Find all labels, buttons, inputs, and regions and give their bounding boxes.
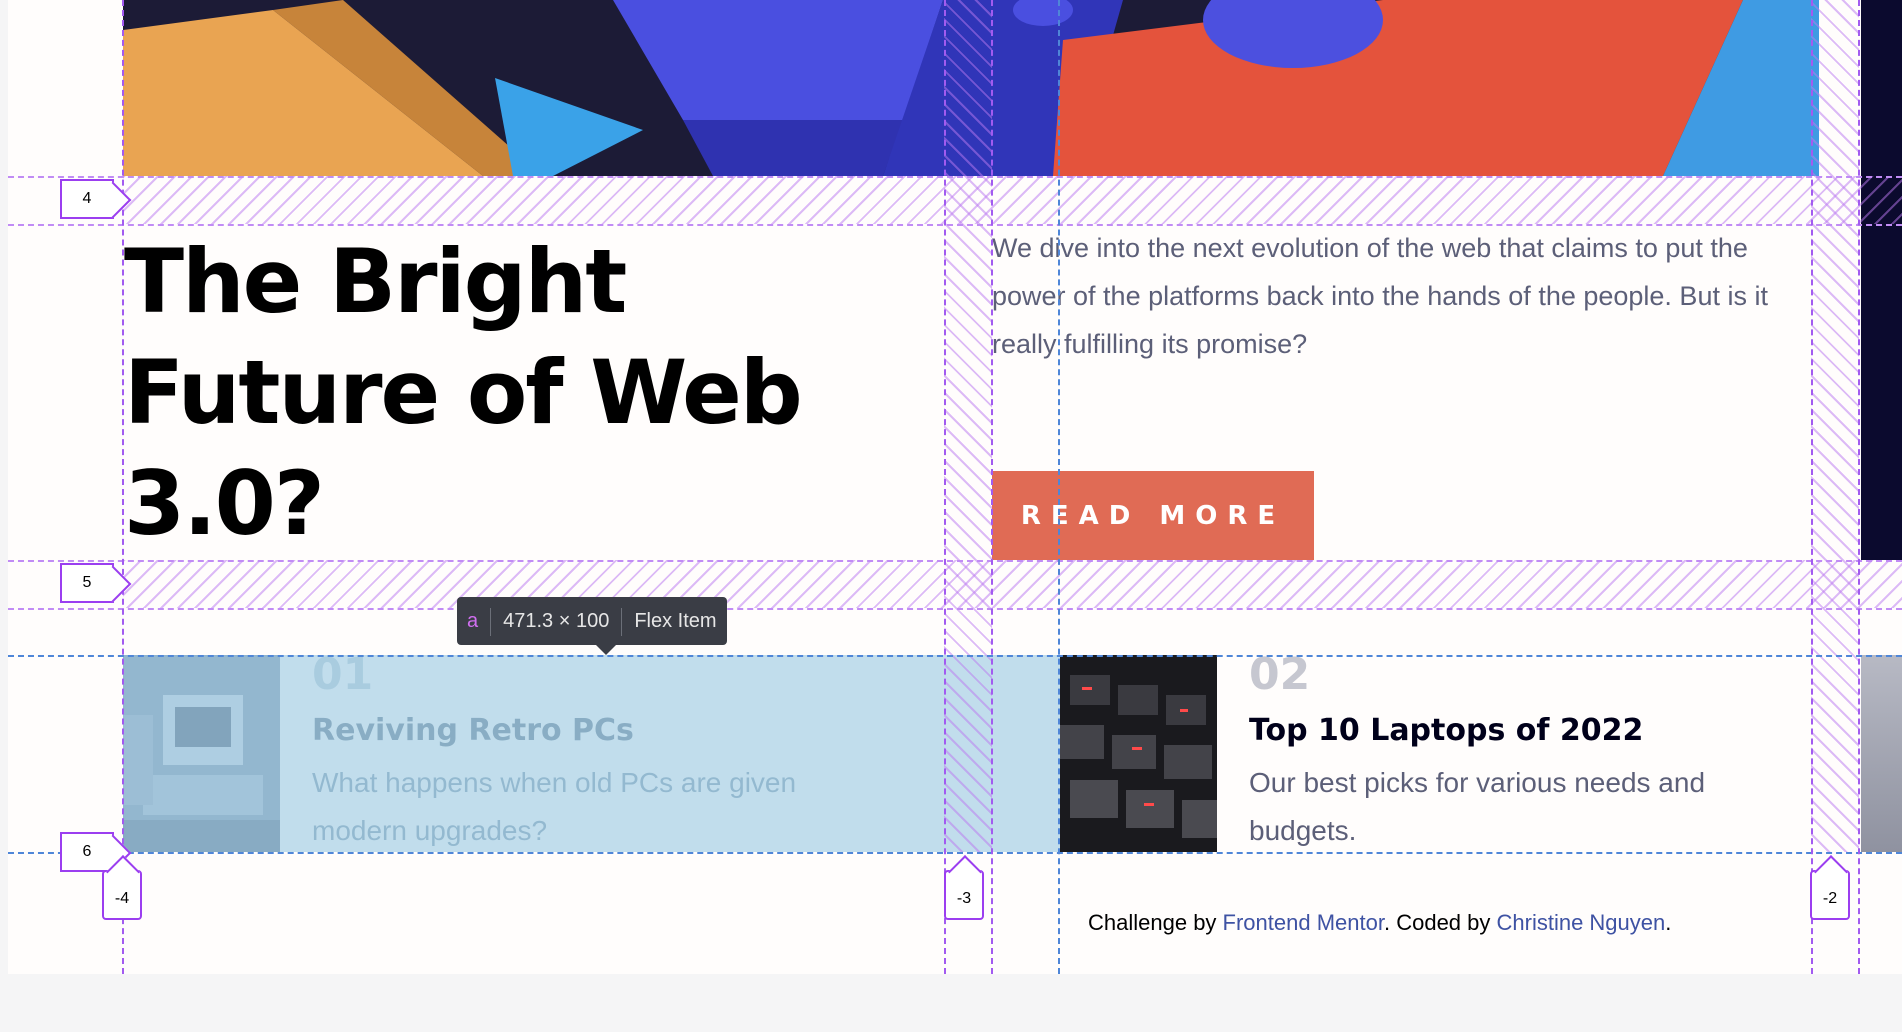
grid-line [1811,0,1813,974]
tooltip-selector: a [467,610,479,632]
article-description: What happens when old PCs are given mode… [312,767,797,846]
read-more-button[interactable]: READ MORE [992,471,1314,560]
article-card-retro-pcs[interactable]: 01 Reviving Retro PCs What happens when … [123,649,1060,852]
tooltip-size: 471.3 × 100 [503,610,610,632]
grid-line [1858,0,1860,974]
attribution-suffix: . [1665,910,1672,935]
article-card-laptops[interactable]: 02 Top 10 Laptops of 2022 Our best picks… [1060,649,1820,852]
article-description: Our best picks for various needs and bud… [1249,767,1706,846]
grid-column-label: -4 [102,870,142,920]
laptops-thumbnail [1060,655,1217,852]
hero-image [123,0,1819,176]
grid-row-gap-overlay [123,560,1902,608]
next-article-thumbnail [1861,655,1902,852]
author-link[interactable]: Christine Nguyen [1497,910,1666,935]
attribution-middle: . Coded by [1383,910,1497,935]
grid-line [8,176,1902,178]
retro-pcs-thumbnail [123,655,280,852]
article-title: Top 10 Laptops of 2022 [1249,713,1644,748]
attribution: Challenge by Frontend Mentor. Coded by C… [1088,910,1671,936]
hero-description: We dive into the next evolution of the w… [992,233,1768,359]
tooltip-arrow-icon [595,644,617,655]
grid-line [8,224,1902,226]
grid-column-label: -2 [1810,870,1850,920]
hero-title: The Bright Future of Web 3.0? [124,230,803,555]
grid-column-label: -3 [944,870,984,920]
grid-line [8,608,1902,610]
next-card-image [1861,0,1902,560]
tooltip-kind: Flex Item [634,610,717,632]
flex-container-line [8,852,1902,854]
grid-row-label: 4 [60,179,114,219]
devtools-element-tooltip: a 471.3 × 100 Flex Item [457,597,727,655]
grid-line [991,0,993,974]
grid-line [8,560,1902,562]
page: The Bright Future of Web 3.0? We dive in… [8,0,1902,974]
grid-row-label: 6 [60,832,114,872]
article-title: Reviving Retro PCs [312,713,634,748]
hero-illustration [123,0,1819,176]
grid-line [122,0,124,974]
flex-item-line [1058,0,1060,974]
attribution-prefix: Challenge by [1088,910,1223,935]
grid-line [944,0,946,974]
grid-row-gap-overlay [123,176,1902,224]
grid-row-label: 5 [60,563,114,603]
frontend-mentor-link[interactable]: Frontend Mentor [1223,910,1384,935]
flex-container-line [8,655,1902,657]
